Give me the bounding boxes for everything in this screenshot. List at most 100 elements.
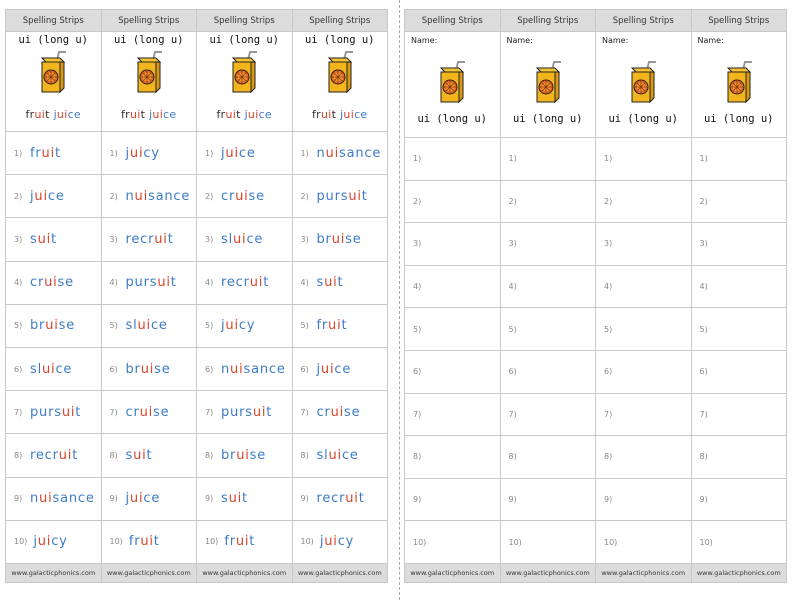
blank-word-row[interactable]: 7) <box>596 394 691 437</box>
blank-word-row[interactable]: 9) <box>405 479 500 522</box>
blank-word-row[interactable]: 6) <box>405 351 500 394</box>
blank-word-row[interactable]: 8) <box>596 436 691 479</box>
blank-word-row[interactable]: 2) <box>500 181 595 224</box>
blank-word-row[interactable]: 5) <box>500 308 595 351</box>
blank-word-row[interactable]: 6) <box>500 351 595 394</box>
blank-word-row[interactable]: 9) <box>500 479 595 522</box>
caption-part: ui <box>321 108 332 121</box>
blank-word-row[interactable]: 10) <box>596 521 691 563</box>
row-number: 6) <box>14 364 23 374</box>
word-row: 7) cruise <box>101 391 196 435</box>
blank-word-row[interactable]: 5) <box>691 308 786 351</box>
row-number: 10) <box>508 537 522 547</box>
blank-word-row[interactable]: 3) <box>405 223 500 266</box>
strip-rule-box: Name: ui (long u) <box>596 32 691 138</box>
blank-word-row[interactable]: 1) <box>691 138 786 181</box>
blank-word-row[interactable]: 3) <box>500 223 595 266</box>
blank-word-row[interactable]: 7) <box>691 394 786 437</box>
word-row: 7) pursuit <box>6 391 101 435</box>
grapheme-rule-label: ui (long u) <box>113 34 184 46</box>
row-number: 3) <box>14 235 23 244</box>
word-row: 10) juicy <box>293 521 388 563</box>
name-field-label: Name: <box>602 36 629 45</box>
row-number: 5) <box>205 321 214 331</box>
blank-word-row[interactable]: 6) <box>596 351 691 394</box>
spelling-word: recruit <box>316 491 365 507</box>
blank-word-row[interactable]: 1) <box>500 138 595 181</box>
blank-word-row[interactable]: 4) <box>691 266 786 309</box>
word-row: 4) cruise <box>6 262 101 305</box>
blank-word-row[interactable]: 4) <box>405 266 500 309</box>
spelling-word: recruit <box>221 275 270 291</box>
row-number: 5) <box>14 321 23 331</box>
strip-footer-url: www.galacticphonics.com <box>405 563 500 582</box>
word-list: 1) fruit 2) juice 3) suit 4) cruise 5) bruise 6) sl… <box>6 132 101 563</box>
row-number: 9) <box>205 494 214 504</box>
grapheme-rule-label: ui (long u) <box>703 113 774 125</box>
word-row: 5) sluice <box>101 305 196 349</box>
spelling-word: nuisance <box>30 491 95 507</box>
blank-word-row[interactable]: 4) <box>500 266 595 309</box>
blank-word-row[interactable]: 1) <box>596 138 691 181</box>
strip-footer-url: www.galacticphonics.com <box>500 563 595 582</box>
blank-word-row[interactable]: 9) <box>596 479 691 522</box>
row-number: 8) <box>413 452 422 462</box>
row-number: 6) <box>413 367 422 377</box>
blank-word-row[interactable]: 10) <box>692 521 787 563</box>
blank-spelling-strip: Spelling Strips Name: ui (long u) 1) 2) 3) 4) 5… <box>690 9 787 583</box>
row-number: 3) <box>413 239 422 249</box>
blank-word-row[interactable]: 10) <box>501 521 596 563</box>
row-number: 2) <box>413 196 422 206</box>
juice-box-icon <box>628 60 658 108</box>
word-row: 1) nuisance <box>292 132 387 176</box>
word-row: 10) fruit <box>102 521 197 563</box>
caption-part: t <box>140 108 150 121</box>
spelling-word: sluice <box>30 361 73 377</box>
row-number: 7) <box>205 407 214 417</box>
blank-word-row[interactable]: 3) <box>596 223 691 266</box>
spelling-word: juicy <box>33 534 68 550</box>
blank-word-row[interactable]: 2) <box>596 181 691 224</box>
row-number: 8) <box>205 451 214 461</box>
word-list: 1) 2) 3) 4) 5) 6) 7) 8) 9) 10) <box>500 138 596 563</box>
caption-part: ui <box>343 108 355 121</box>
blank-spelling-strip: Spelling Strips Name: ui (long u) 1) 2) 3) 4) 5… <box>595 9 692 583</box>
word-row: 3) recruit <box>101 218 196 262</box>
row-number: 1) <box>14 148 23 158</box>
blank-word-row[interactable]: 8) <box>500 436 595 479</box>
grapheme-rule-label: ui (long u) <box>512 113 583 125</box>
word-row: 6) nuisance <box>197 348 292 392</box>
blank-word-row[interactable]: 8) <box>405 436 500 479</box>
spelling-word: sluice <box>125 318 168 334</box>
spelling-word: sluice <box>316 448 359 464</box>
grapheme-rule-label: ui (long u) <box>304 34 375 46</box>
row-number: 5) <box>300 321 309 331</box>
row-number: 7) <box>508 409 517 419</box>
blank-word-row[interactable]: 5) <box>596 308 691 351</box>
row-number: 1) <box>508 154 517 164</box>
spelling-word: fruit <box>316 318 348 334</box>
blank-word-row[interactable]: 5) <box>405 308 500 351</box>
row-number: 7) <box>413 409 422 419</box>
spelling-word: recruit <box>30 448 79 464</box>
blank-word-row[interactable]: 7) <box>500 394 595 437</box>
spelling-word: juice <box>316 361 352 377</box>
blank-word-row[interactable]: 2) <box>691 181 786 224</box>
blank-word-row[interactable]: 4) <box>596 266 691 309</box>
blank-word-row[interactable]: 9) <box>691 479 786 522</box>
blank-word-row[interactable]: 2) <box>405 181 500 224</box>
spelling-word: juice <box>30 188 65 204</box>
strip-footer-url: www.galacticphonics.com <box>691 563 786 582</box>
strip-footer-url: www.galacticphonics.com <box>292 563 387 582</box>
blank-word-row[interactable]: 7) <box>405 394 500 437</box>
blank-word-row[interactable]: 8) <box>691 436 786 479</box>
spelling-word: pursuit <box>30 404 82 420</box>
blank-word-row[interactable]: 6) <box>691 351 786 394</box>
spelling-word: fruit <box>30 145 61 161</box>
word-list: 1) 2) 3) 4) 5) 6) 7) 8) 9) 10) <box>596 138 691 563</box>
blank-word-row[interactable]: 1) <box>405 138 500 181</box>
spelling-word: cruise <box>221 188 265 204</box>
blank-word-row[interactable]: 3) <box>691 223 786 266</box>
word-row: 5) fruit <box>292 305 387 349</box>
blank-word-row[interactable]: 10) <box>405 521 500 563</box>
